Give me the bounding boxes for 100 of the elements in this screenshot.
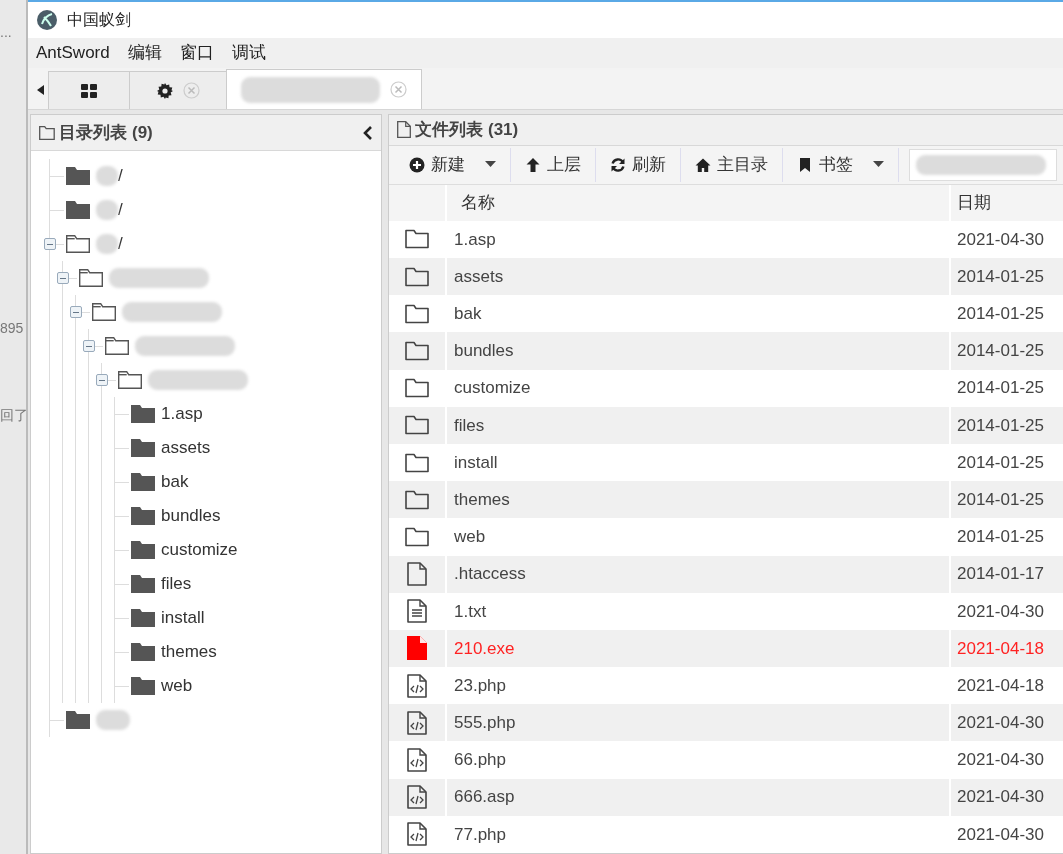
file-name[interactable]: customize (454, 375, 531, 401)
toolbar-button[interactable]: 刷新 (596, 147, 681, 182)
file-icon (407, 636, 427, 661)
tree-item[interactable]: themes (115, 635, 381, 669)
tree-label: assets (161, 437, 211, 460)
app-logo-icon (36, 9, 58, 31)
background-text: ... (0, 23, 12, 42)
folder-icon (405, 415, 429, 436)
file-name[interactable]: 1.asp (454, 226, 496, 253)
tree-item[interactable]: customize (115, 533, 381, 567)
toolbar-button[interactable]: 新建 (395, 147, 511, 182)
file-name[interactable]: install (454, 449, 498, 476)
tree-item[interactable]: bak (115, 465, 381, 499)
tree-label: 1.asp (161, 403, 203, 426)
folder-icon (405, 526, 429, 547)
file-name[interactable]: 555.php (454, 710, 516, 736)
tree-item[interactable]: install (115, 601, 381, 635)
folder-icon (66, 167, 90, 185)
tab[interactable] (48, 71, 130, 109)
collapse-toggle-icon[interactable] (96, 374, 108, 386)
toolbar-button[interactable]: 上层 (511, 147, 596, 182)
tree-item[interactable]: 1.asp (115, 397, 381, 431)
tree-item[interactable]: assets (115, 431, 381, 465)
collapse-toggle-icon[interactable] (70, 306, 82, 318)
file-name[interactable]: 66.php (454, 747, 506, 773)
tree-label: bak (161, 471, 189, 494)
file-name[interactable]: bak (454, 301, 482, 327)
file-date: 2021-04-30 (957, 600, 1044, 623)
file-name[interactable]: web (454, 524, 486, 550)
folder-icon (118, 371, 142, 389)
folder-icon (131, 473, 155, 491)
file-date: 2021-04-30 (957, 228, 1044, 251)
file-date: 2014-01-25 (957, 414, 1044, 437)
tab[interactable] (129, 71, 227, 109)
tree-label: web (161, 675, 193, 698)
folder-icon (131, 439, 155, 457)
tree-item[interactable]: / (50, 227, 381, 261)
background-text: 回了 (0, 406, 28, 425)
menu-item[interactable]: 编辑 (127, 40, 162, 66)
collapse-icon[interactable] (363, 125, 373, 140)
background-text: 895 (0, 319, 24, 338)
tree-label: / (118, 233, 123, 256)
panel-title: 目录列表 (9) (59, 121, 153, 144)
refresh-icon (610, 156, 626, 173)
file-name[interactable]: bundles (454, 338, 514, 364)
file-date: 2014-01-25 (957, 340, 1044, 363)
collapse-toggle-icon[interactable] (57, 272, 69, 284)
tree-item[interactable]: files (115, 567, 381, 601)
home-icon (695, 156, 711, 173)
column-header[interactable]: 日期 (957, 190, 991, 216)
tree-item[interactable]: bundles (115, 499, 381, 533)
folder-icon (131, 609, 155, 627)
tree-label: bundles (161, 505, 221, 528)
file-name[interactable]: 23.php (454, 672, 506, 699)
file-date: 2014-01-25 (957, 526, 1044, 549)
folder-icon (405, 266, 429, 287)
tree-label: / (118, 165, 123, 188)
file-name[interactable]: files (454, 412, 485, 439)
caret-icon (873, 161, 884, 169)
file-date: 2021-04-30 (957, 786, 1044, 809)
folder-outline-icon (39, 125, 55, 140)
file-date: 2021-04-18 (957, 637, 1044, 660)
menu-item[interactable]: 调试 (231, 40, 266, 66)
collapse-toggle-icon[interactable] (83, 340, 95, 352)
file-date: 2021-04-30 (957, 823, 1044, 846)
file-name[interactable]: assets (454, 263, 504, 290)
file-name[interactable]: 666.asp (454, 784, 515, 810)
file-icon (397, 121, 411, 139)
code-file-icon (407, 748, 427, 773)
file-date: 2021-04-30 (957, 712, 1044, 735)
folder-icon (405, 378, 429, 399)
menu-item[interactable]: 窗口 (179, 40, 214, 66)
tree-item[interactable]: / (50, 193, 381, 227)
column-header[interactable]: 名称 (461, 190, 495, 216)
folder-icon (405, 340, 429, 361)
file-date: 2014-01-25 (957, 303, 1044, 326)
path-field[interactable] (909, 148, 1057, 181)
tree-label: themes (161, 641, 217, 664)
folder-icon (92, 303, 116, 321)
code-file-icon (407, 710, 427, 735)
code-file-icon (407, 785, 427, 810)
file-name[interactable]: themes (454, 486, 510, 513)
file-date: 2014-01-25 (957, 265, 1044, 288)
tree-item[interactable]: / (50, 159, 381, 193)
file-date: 2021-04-30 (957, 749, 1044, 772)
menu-item[interactable]: AntSword (36, 40, 110, 66)
toolbar-button[interactable]: 书签 (783, 147, 899, 182)
text-file-icon (407, 599, 427, 624)
tree-item[interactable]: web (115, 669, 381, 703)
file-date: 2014-01-17 (957, 563, 1044, 586)
toolbar-button[interactable]: 主目录 (681, 147, 783, 182)
file-name[interactable]: 1.txt (454, 598, 487, 625)
arrow-up-icon (525, 156, 541, 173)
file-name[interactable]: 77.php (454, 821, 506, 848)
tree-label: install (161, 607, 205, 630)
file-date: 2014-01-25 (957, 451, 1044, 474)
folder-icon (66, 711, 90, 729)
folder-icon (131, 643, 155, 661)
file-name[interactable]: .htaccess (454, 561, 526, 587)
collapse-toggle-icon[interactable] (44, 238, 56, 250)
